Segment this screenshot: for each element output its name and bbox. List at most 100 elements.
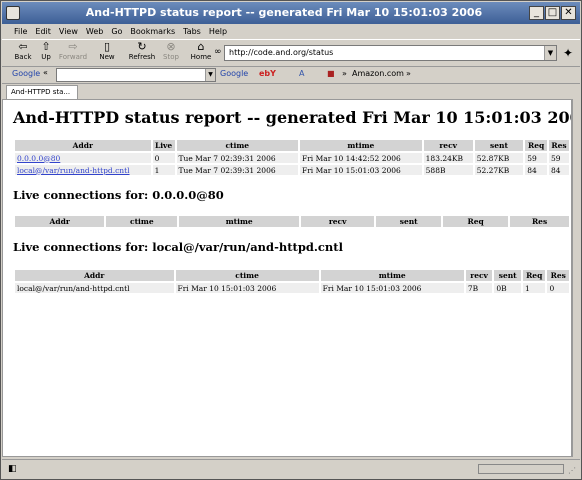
- table-row: local@/var/run/and-httpd.cntl Fri Mar 10…: [15, 283, 569, 293]
- col-addr: Addr: [15, 270, 174, 281]
- window-menu-icon[interactable]: [6, 6, 20, 20]
- refresh-button[interactable]: ↻ Refresh: [126, 41, 158, 62]
- stop-label: Stop: [163, 53, 179, 61]
- home-button[interactable]: ⌂ Home: [188, 40, 214, 62]
- browser-window: And-HTTPD status report -- generated Fri…: [0, 0, 582, 480]
- section1-header-row: Addr ctime mtime recv sent Req Res: [15, 216, 569, 227]
- cell-ctime: Tue Mar 7 02:39:31 2006: [176, 153, 298, 163]
- scroll-left-icon[interactable]: «: [43, 68, 48, 77]
- col-req: Req: [525, 140, 548, 151]
- cell-ctime: Fri Mar 10 15:01:03 2006: [175, 283, 319, 293]
- forward-button[interactable]: ⇨ Forward: [57, 40, 89, 62]
- table-row: 0.0.0.0@80 0 Tue Mar 7 02:39:31 2006 Fri…: [15, 153, 569, 163]
- cell-mtime: Fri Mar 10 14:42:52 2006: [300, 153, 422, 163]
- menu-bar: File Edit View Web Go Bookmarks Tabs Hel…: [2, 24, 580, 39]
- up-label: Up: [41, 53, 51, 61]
- cell-sent: 52.27KB: [474, 165, 524, 175]
- col-req: Req: [443, 216, 509, 227]
- new-label: New: [99, 53, 115, 61]
- cell-recv: 183.24KB: [423, 153, 473, 163]
- cell-addr: local@/var/run/and-httpd.cntl: [15, 283, 174, 293]
- menu-file[interactable]: File: [10, 24, 31, 39]
- amazon-button[interactable]: Amazon.com: [352, 69, 404, 78]
- menu-view[interactable]: View: [55, 24, 82, 39]
- title-bar[interactable]: And-HTTPD status report -- generated Fri…: [2, 2, 580, 24]
- section-heading-local: Live connections for: local@/var/run/and…: [13, 240, 343, 254]
- address-dropdown-icon[interactable]: ▼: [544, 46, 556, 60]
- cell-req: 59: [525, 153, 548, 163]
- ebay-button[interactable]: ebY: [259, 69, 276, 78]
- link-icon: ∞: [214, 47, 222, 57]
- menu-go[interactable]: Go: [107, 24, 126, 39]
- table-row: local@/var/run/and-httpd.cntl 1 Tue Mar …: [15, 165, 569, 175]
- col-sent: sent: [474, 140, 524, 151]
- minimize-button[interactable]: _: [529, 6, 544, 20]
- search-dropdown-icon[interactable]: ▼: [205, 69, 215, 81]
- col-ctime: ctime: [106, 216, 178, 227]
- tab-strip: And-HTTPD sta...: [2, 84, 580, 99]
- summary-header-row: Addr Live ctime mtime recv sent Req Res: [15, 140, 569, 151]
- window-title: And-HTTPD status report -- generated Fri…: [85, 6, 483, 19]
- throbber-icon: ✦: [562, 46, 574, 60]
- live-connections-local-table: Addr ctime mtime recv sent Req Res local…: [13, 268, 571, 295]
- menu-tabs[interactable]: Tabs: [179, 24, 205, 39]
- col-recv: recv: [423, 140, 473, 151]
- maximize-button[interactable]: □: [545, 6, 560, 20]
- col-recv: recv: [465, 270, 493, 281]
- back-label: Back: [14, 53, 32, 61]
- status-bar: ◧ ⋰: [2, 459, 580, 479]
- new-page-icon: ▯: [103, 40, 111, 53]
- menu-edit[interactable]: Edit: [31, 24, 55, 39]
- addr-link[interactable]: 0.0.0.0@80: [15, 153, 151, 163]
- page-content: And-HTTPD status report -- generated Fri…: [2, 99, 572, 457]
- col-sent: sent: [494, 270, 521, 281]
- refresh-label: Refresh: [128, 53, 156, 61]
- search-toolbar: Google « ▼ Google ebY A ■ » Amazon.com »: [2, 67, 580, 84]
- resize-grip-icon[interactable]: ⋰: [568, 466, 576, 475]
- security-icon: ◧: [8, 464, 17, 474]
- search-engine-icon-button[interactable]: ■: [327, 69, 335, 78]
- cell-mtime: Fri Mar 10 15:01:03 2006: [320, 283, 464, 293]
- back-arrow-icon: ⇦: [18, 40, 28, 53]
- search-engine-a-button[interactable]: A: [299, 69, 304, 78]
- col-res: Res: [547, 270, 569, 281]
- search-input[interactable]: ▼: [56, 68, 216, 82]
- separator-icon: »: [342, 69, 347, 78]
- menu-web[interactable]: Web: [82, 24, 107, 39]
- cell-live: 1: [152, 165, 175, 175]
- col-recv: recv: [301, 216, 375, 227]
- col-mtime: mtime: [300, 140, 422, 151]
- up-arrow-icon: ⇧: [41, 40, 51, 53]
- cell-res: 59: [549, 153, 569, 163]
- stop-button[interactable]: ⊗ Stop: [160, 40, 182, 62]
- col-mtime: mtime: [179, 216, 300, 227]
- more-engines-icon[interactable]: »: [406, 69, 411, 78]
- up-button[interactable]: ⇧ Up: [38, 40, 54, 62]
- new-button[interactable]: ▯ New: [96, 40, 118, 62]
- cell-ctime: Tue Mar 7 02:39:31 2006: [176, 165, 298, 175]
- cell-req: 1: [522, 283, 546, 293]
- cell-recv: 588B: [423, 165, 473, 175]
- col-sent: sent: [376, 216, 442, 227]
- menu-help[interactable]: Help: [205, 24, 231, 39]
- tab-status-report[interactable]: And-HTTPD sta...: [6, 85, 78, 99]
- forward-arrow-icon: ⇨: [68, 40, 78, 53]
- stop-icon: ⊗: [166, 40, 176, 53]
- home-icon: ⌂: [197, 40, 205, 53]
- col-addr: Addr: [15, 216, 105, 227]
- back-button[interactable]: ⇦ Back: [12, 40, 34, 62]
- menu-bookmarks[interactable]: Bookmarks: [126, 24, 179, 39]
- google-search-button[interactable]: Google: [220, 69, 248, 78]
- cell-live: 0: [152, 153, 175, 163]
- col-mtime: mtime: [320, 270, 464, 281]
- address-field[interactable]: http://code.and.org/status ▼: [224, 45, 557, 61]
- cell-sent: 52.87KB: [474, 153, 524, 163]
- cell-req: 84: [525, 165, 548, 175]
- vertical-scrollbar[interactable]: [572, 99, 581, 457]
- cell-res: 0: [547, 283, 569, 293]
- section-heading-http: Live connections for: 0.0.0.0@80: [13, 188, 224, 202]
- col-res: Res: [510, 216, 569, 227]
- close-button[interactable]: ✕: [561, 6, 576, 20]
- google-label: Google: [12, 69, 41, 78]
- addr-link[interactable]: local@/var/run/and-httpd.cntl: [15, 165, 151, 175]
